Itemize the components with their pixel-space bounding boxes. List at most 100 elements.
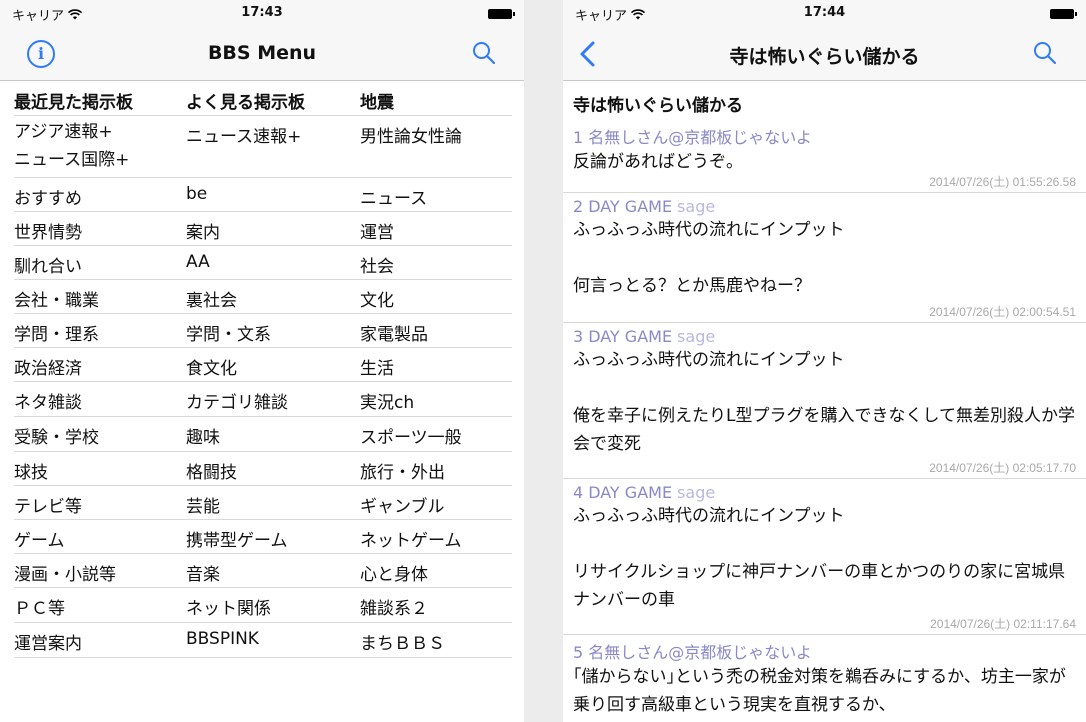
post-author-name[interactable]: 名無しさん@京都板じゃないよ xyxy=(588,128,812,147)
menu-row-cells: 受験・学校 趣味 スポーツ一般 xyxy=(14,417,512,448)
post-timestamp: 2014/07/26(土) 02:00:54.51 xyxy=(929,305,1076,319)
menu-row-cells: 政治経済 食文化 生活 xyxy=(14,348,512,379)
search-icon xyxy=(473,42,496,65)
post[interactable]: 4 DAY GAME sage ふっふっふ時代の流れにインプット リサイクルショップに… xyxy=(563,479,1086,635)
post-author-name[interactable]: DAY GAME xyxy=(588,197,672,216)
page-title: 寺は怖いぐらい儲かる xyxy=(729,46,920,68)
board-category-item[interactable]: 雑談系２ xyxy=(360,594,512,619)
menu-row: テレビ等 芸能 ギャンブル xyxy=(14,486,512,520)
board-category-item[interactable]: 学問・文系 xyxy=(186,320,360,345)
board-category-item[interactable]: ネットゲーム xyxy=(360,526,512,551)
status-time: 17:44 xyxy=(803,5,846,20)
post-mail: sage xyxy=(677,327,716,346)
menu-row-cells: テレビ等 芸能 ギャンブル xyxy=(14,486,512,517)
board-category-item[interactable]: ニュース速報+ xyxy=(186,122,360,174)
post-author-name[interactable]: DAY GAME xyxy=(588,327,672,346)
search-button[interactable] xyxy=(471,40,499,68)
post[interactable]: 5 名無しさん@京都板じゃないよ ｢儲からない｣という禿の税金対策を鵜呑みにするか、… xyxy=(563,635,1086,722)
board-category-item[interactable]: ニュース xyxy=(360,184,512,209)
board-category-item[interactable]: AA xyxy=(186,252,360,277)
board-category-item[interactable]: 馴れ合い xyxy=(14,252,186,277)
board-category-item[interactable]: 趣味 xyxy=(186,423,360,448)
board-category-item[interactable]: 政治経済 xyxy=(14,354,186,379)
post-header: 4 DAY GAME sage xyxy=(573,483,1076,502)
board-category-item[interactable]: まちＢＢＳ xyxy=(360,629,512,654)
battery-icon xyxy=(1050,9,1077,19)
post-body: 反論があればどうぞ。 xyxy=(573,152,743,172)
menu-row: 漫画・小説等 音楽 心と身体 xyxy=(14,554,512,588)
menu-row-cells: ゲーム 携帯型ゲーム ネットゲーム xyxy=(14,520,512,551)
board-category-item[interactable]: カテゴリ雑談 xyxy=(186,388,360,413)
board-category-item[interactable]: 会社・職業 xyxy=(14,286,186,311)
board-category-item[interactable]: 生活 xyxy=(360,354,512,379)
search-icon xyxy=(1034,42,1057,65)
menu-row: おすすめ be ニュース xyxy=(14,178,512,212)
status-time: 17:43 xyxy=(241,5,283,20)
board-category-item[interactable]: 案内 xyxy=(186,218,360,243)
post-number: 3 xyxy=(573,327,584,346)
thread-title: 寺は怖いぐらい儲かる xyxy=(573,96,743,116)
board-category-item[interactable]: 実況ch xyxy=(360,388,512,413)
menu-row-cells: 世界情勢 案内 運営 xyxy=(14,212,512,243)
board-category-item[interactable]: ゲーム xyxy=(14,526,186,551)
board-category-item[interactable]: ネタ雑談 xyxy=(14,388,186,413)
post-author-name[interactable]: 名無しさん@京都板じゃないよ xyxy=(588,643,812,662)
post-list: 1 名無しさん@京都板じゃないよ反論があればどうぞ。 2014/07/26(土) 0… xyxy=(563,120,1086,722)
board-category-item[interactable]: 食文化 xyxy=(186,354,360,379)
board-category-item[interactable]: 音楽 xyxy=(186,560,360,585)
board-category-item[interactable]: よく見る掲示板 xyxy=(186,88,360,113)
board-category-item[interactable]: 携帯型ゲーム xyxy=(186,526,360,551)
board-category-item[interactable]: 球技 xyxy=(14,458,186,483)
menu-row-cells: ネタ雑談 カテゴリ雑談 実況ch xyxy=(14,382,512,413)
board-category-item[interactable]: 社会 xyxy=(360,252,512,277)
post-body: ｢儲からない｣という禿の税金対策を鵜呑みにするか、坊主一家が乗り回す高級車という… xyxy=(573,667,1066,715)
post-header: 5 名無しさん@京都板じゃないよ xyxy=(573,639,1076,663)
post[interactable]: 2 DAY GAME sage ふっふっふ時代の流れにインプット 何言っとる？とか馬鹿… xyxy=(563,193,1086,323)
post[interactable]: 1 名無しさん@京都板じゃないよ 反論があればどうぞ。 2014/07/26(土) 0… xyxy=(563,120,1086,193)
board-category-item[interactable]: 裏社会 xyxy=(186,286,360,311)
board-category-item[interactable]: 文化 xyxy=(360,286,512,311)
board-category-grid: 最近見た掲示板 よく見る掲示板 地震アジア速報+ ニュース国際+ ニュース速報+ 男性論… xyxy=(0,81,524,658)
board-category-item[interactable]: 旅行・外出 xyxy=(360,458,512,483)
board-category-item[interactable]: 受験・学校 xyxy=(14,423,186,448)
board-category-item[interactable]: ネット関係 xyxy=(186,594,360,619)
board-category-item[interactable]: おすすめ xyxy=(14,184,186,209)
search-button[interactable] xyxy=(1032,40,1060,68)
board-category-item[interactable]: 漫画・小説等 xyxy=(14,560,186,585)
post[interactable]: 3 DAY GAME sage ふっふっふ時代の流れにインプット 俺を幸子に例えたりL… xyxy=(563,323,1086,479)
menu-row: 運営案内 BBSPINK まちＢＢＳ xyxy=(14,623,512,658)
board-category-item[interactable]: BBSPINK xyxy=(186,629,360,654)
thread-screen: キャリア 17:44 寺は怖いぐらい儲かる 寺は怖いぐらい儲かる 1 名無しさん@… xyxy=(563,0,1086,722)
board-category-item[interactable]: 運営 xyxy=(360,218,512,243)
board-category-item[interactable]: 運営案内 xyxy=(14,629,186,654)
post-author-name[interactable]: DAY GAME xyxy=(588,483,672,502)
board-category-item[interactable]: ＰＣ等 xyxy=(14,594,186,619)
board-category-item[interactable]: アジア速報+ ニュース国際+ xyxy=(14,118,186,174)
board-category-item[interactable]: 家電製品 xyxy=(360,320,512,345)
board-category-item[interactable]: スポーツ一般 xyxy=(360,423,512,448)
post-header: 1 名無しさん@京都板じゃないよ xyxy=(573,124,1076,148)
menu-row: 球技 格闘技 旅行・外出 xyxy=(14,452,512,486)
board-category-item[interactable]: ギャンブル xyxy=(360,492,512,517)
board-category-item[interactable]: 最近見た掲示板 xyxy=(14,88,186,113)
post-body: ふっふっふ時代の流れにインプット リサイクルショップに神戸ナンバーの車とかつのり… xyxy=(573,506,1066,610)
menu-row: 政治経済 食文化 生活 xyxy=(14,348,512,382)
board-category-item[interactable]: 世界情勢 xyxy=(14,218,186,243)
thread-view[interactable]: 寺は怖いぐらい儲かる 1 名無しさん@京都板じゃないよ反論があればどうぞ。 2014… xyxy=(563,81,1086,722)
board-category-item[interactable]: 格闘技 xyxy=(186,458,360,483)
post-mail: sage xyxy=(677,483,716,502)
menu-row-cells: ＰＣ等 ネット関係 雑談系２ xyxy=(14,588,512,619)
post-timestamp: 2014/07/26(土) 02:05:17.70 xyxy=(929,461,1076,475)
board-category-item[interactable]: be xyxy=(186,184,360,209)
board-category-item[interactable]: 地震 xyxy=(360,88,512,113)
menu-row-cells: 学問・理系 学問・文系 家電製品 xyxy=(14,314,512,345)
menu-row-cells: 会社・職業 裏社会 文化 xyxy=(14,280,512,311)
board-category-item[interactable]: 男性論女性論 xyxy=(360,122,512,174)
board-category-item[interactable]: 芸能 xyxy=(186,492,360,517)
board-category-item[interactable]: 学問・理系 xyxy=(14,320,186,345)
menu-row: ＰＣ等 ネット関係 雑談系２ xyxy=(14,588,512,623)
board-category-item[interactable]: 心と身体 xyxy=(360,560,512,585)
menu-row: アジア速報+ ニュース国際+ ニュース速報+ 男性論女性論 xyxy=(14,116,512,178)
board-category-item[interactable]: テレビ等 xyxy=(14,492,186,517)
post-header: 2 DAY GAME sage xyxy=(573,197,1076,216)
